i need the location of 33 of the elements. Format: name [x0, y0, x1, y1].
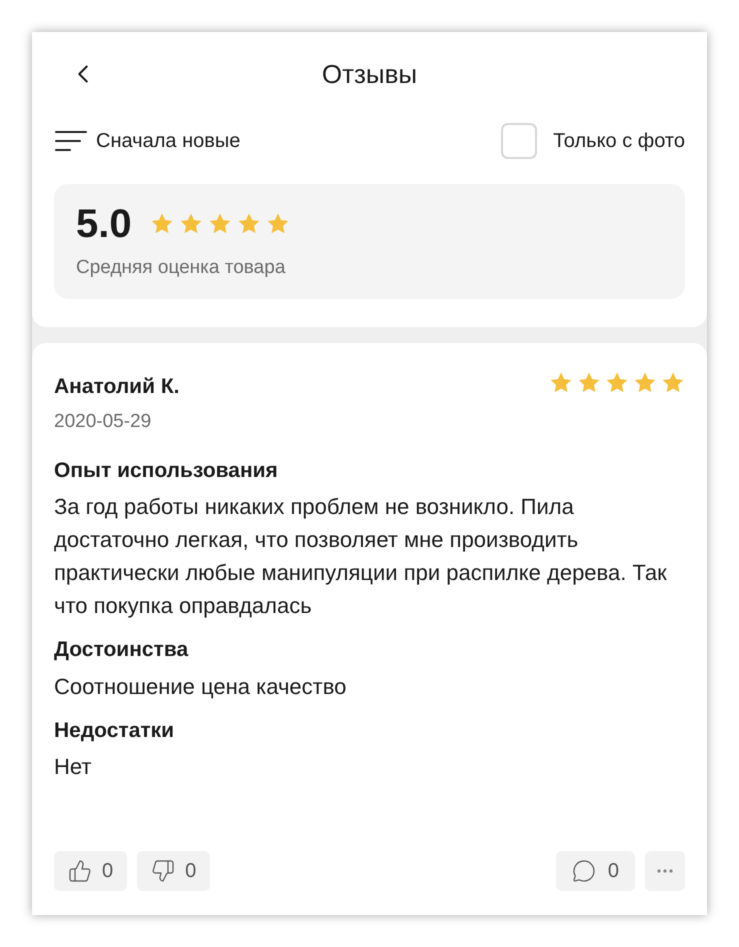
- section-text: Нет: [54, 753, 92, 781]
- star-icon: [208, 212, 232, 236]
- star-icon: [661, 370, 685, 394]
- photo-checkbox[interactable]: [501, 123, 538, 159]
- dislike-button[interactable]: 0: [137, 851, 210, 891]
- more-icon: [657, 869, 673, 873]
- section-heading: Недостатки: [54, 718, 176, 744]
- photo-filter-label: Только с фото: [553, 129, 685, 154]
- star-icon: [605, 370, 629, 394]
- star-icon: [577, 370, 601, 394]
- review-date: 2020-05-29: [54, 410, 152, 434]
- star-icon: [549, 370, 573, 394]
- section-heading: Достоинства: [54, 637, 190, 663]
- comment-button[interactable]: 0: [556, 851, 635, 891]
- star-icon: [236, 212, 261, 236]
- section-text: За год работы никаких проблем не возникло. Пила достаточно легкая, что позволяет мне производить практически любые манипуляции при распилке дерева. Так что покупка оправдалась: [54, 493, 668, 620]
- sort-button[interactable]: Сначала новые: [54, 126, 240, 156]
- more-button[interactable]: [645, 851, 685, 891]
- star-icon: [266, 212, 290, 236]
- page-title: Отзывы: [322, 58, 418, 90]
- comment-icon: [572, 859, 596, 883]
- star-icon: [633, 370, 657, 394]
- average-score: 5.0: [76, 201, 132, 248]
- sort-icon: [54, 130, 88, 152]
- star-icon: [178, 212, 203, 236]
- thumbs-down-icon: [151, 859, 176, 883]
- section-heading: Опыт использования: [54, 458, 279, 484]
- like-button[interactable]: 0: [54, 851, 128, 891]
- average-caption: Средняя оценка товара: [76, 256, 286, 280]
- star-icon: [150, 212, 174, 236]
- section-text: Соотношение цена качество: [54, 672, 348, 700]
- review-author: Анатолий К.: [54, 374, 180, 400]
- thumbs-up-icon: [68, 859, 92, 883]
